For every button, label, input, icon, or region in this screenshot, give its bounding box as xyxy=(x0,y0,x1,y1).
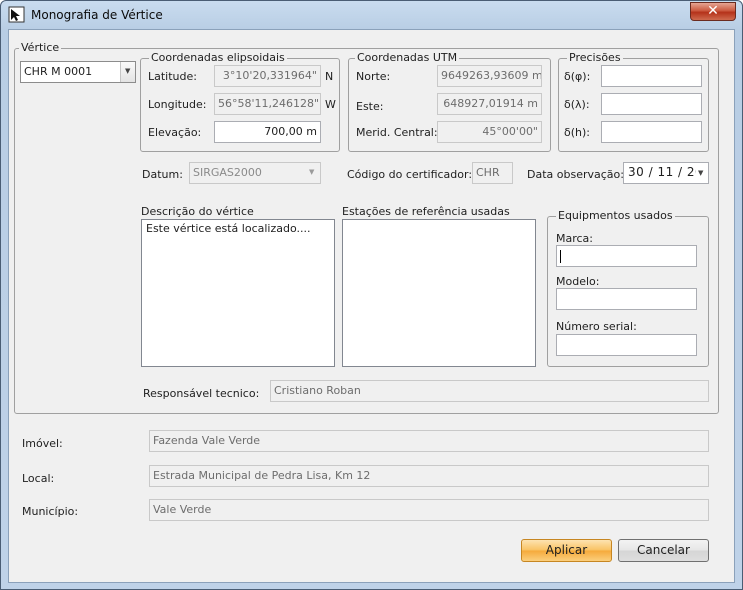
precisao-h-field[interactable] xyxy=(601,121,702,143)
vertice-select[interactable]: CHR M 0001 ▼ xyxy=(20,61,136,83)
elipsoidais-group-label: Coordenadas elipsoidais xyxy=(149,51,287,65)
marca-label: Marca: xyxy=(556,232,594,245)
norte-label: Norte: xyxy=(356,70,391,83)
chevron-down-icon[interactable]: ▼ xyxy=(120,62,135,82)
data-observacao-label: Data observação: xyxy=(527,168,624,181)
responsavel-field[interactable]: Cristiano Roban xyxy=(270,380,709,402)
chevron-down-icon[interactable]: ▼ xyxy=(696,163,708,183)
responsavel-label: Responsável tecnico: xyxy=(143,387,260,400)
certificador-label: Código do certificador: xyxy=(347,168,473,181)
text-caret xyxy=(560,250,561,263)
precisao-h-label: δ(h): xyxy=(564,126,590,139)
este-label: Este: xyxy=(356,100,384,113)
data-observacao-picker[interactable]: 30 / 11 / 20 ▼ xyxy=(623,162,709,184)
title-bar[interactable]: Monografia de Vértice ✕ xyxy=(1,1,742,29)
estacoes-list[interactable] xyxy=(342,219,536,367)
estacoes-label: Estações de referência usadas xyxy=(342,205,510,218)
modelo-label: Modelo: xyxy=(556,275,600,288)
norte-field[interactable]: 9649263,93609 m xyxy=(437,65,542,87)
marca-field[interactable] xyxy=(556,245,697,267)
certificador-field[interactable]: CHR xyxy=(472,162,513,184)
longitude-hemisphere: W xyxy=(325,98,336,111)
app-icon xyxy=(8,6,25,23)
merid-central-field[interactable]: 45°00'00" xyxy=(437,121,542,143)
latitude-label: Latitude: xyxy=(148,70,197,83)
descricao-text: Este vértice está localizado.... xyxy=(146,222,311,235)
dialog-body: Vértice CHR M 0001 ▼ Coordenadas elipsoi… xyxy=(8,29,735,583)
close-icon: ✕ xyxy=(707,3,719,19)
datum-label: Datum: xyxy=(142,168,183,181)
este-field[interactable]: 648927,01914 m xyxy=(437,93,542,115)
municipio-field[interactable]: Vale Verde xyxy=(149,499,709,521)
modelo-field[interactable] xyxy=(556,288,697,310)
vertice-select-value: CHR M 0001 xyxy=(24,65,93,78)
aplicar-button[interactable]: Aplicar xyxy=(521,539,612,562)
close-button[interactable]: ✕ xyxy=(690,2,736,21)
datum-select[interactable]: SIRGAS2000 ▼ xyxy=(189,162,321,184)
chevron-down-icon: ▼ xyxy=(305,163,320,183)
vertice-group-label: Vértice xyxy=(19,41,62,55)
municipio-label: Município: xyxy=(22,505,79,518)
precisao-phi-field[interactable] xyxy=(601,65,702,87)
longitude-field[interactable]: 56°58'11,246128" xyxy=(214,93,321,115)
window-title: Monografia de Vértice xyxy=(31,8,163,22)
descricao-label: Descrição do vértice xyxy=(141,205,254,218)
data-observacao-value: 30 / 11 / 20 xyxy=(628,165,700,179)
merid-central-label: Merid. Central: xyxy=(356,126,438,139)
latitude-field[interactable]: 3°10'20,331964" xyxy=(214,65,321,87)
precisao-lambda-field[interactable] xyxy=(601,93,702,115)
imovel-label: Imóvel: xyxy=(22,437,63,450)
numero-serial-label: Número serial: xyxy=(556,320,637,333)
precisao-lambda-label: δ(λ): xyxy=(564,98,590,111)
elevacao-field[interactable]: 700,00 m xyxy=(214,121,321,143)
descricao-textarea[interactable]: Este vértice está localizado.... xyxy=(141,219,335,367)
local-field[interactable]: Estrada Municipal de Pedra Lisa, Km 12 xyxy=(149,465,709,487)
local-label: Local: xyxy=(22,472,55,485)
equipamentos-group-label: Equipmentos usados xyxy=(556,209,675,223)
precisoes-group-label: Precisões xyxy=(567,51,623,65)
precisao-phi-label: δ(φ): xyxy=(564,70,591,83)
datum-select-value: SIRGAS2000 xyxy=(193,166,262,179)
imovel-field[interactable]: Fazenda Vale Verde xyxy=(149,430,709,452)
latitude-hemisphere: N xyxy=(325,70,334,83)
elevacao-label: Elevação: xyxy=(148,126,202,139)
cancelar-button[interactable]: Cancelar xyxy=(618,539,709,562)
utm-group-label: Coordenadas UTM xyxy=(355,51,460,65)
dialog-window: Monografia de Vértice ✕ Vértice CHR M 00… xyxy=(0,0,743,590)
numero-serial-field[interactable] xyxy=(556,334,697,356)
longitude-label: Longitude: xyxy=(148,98,207,111)
